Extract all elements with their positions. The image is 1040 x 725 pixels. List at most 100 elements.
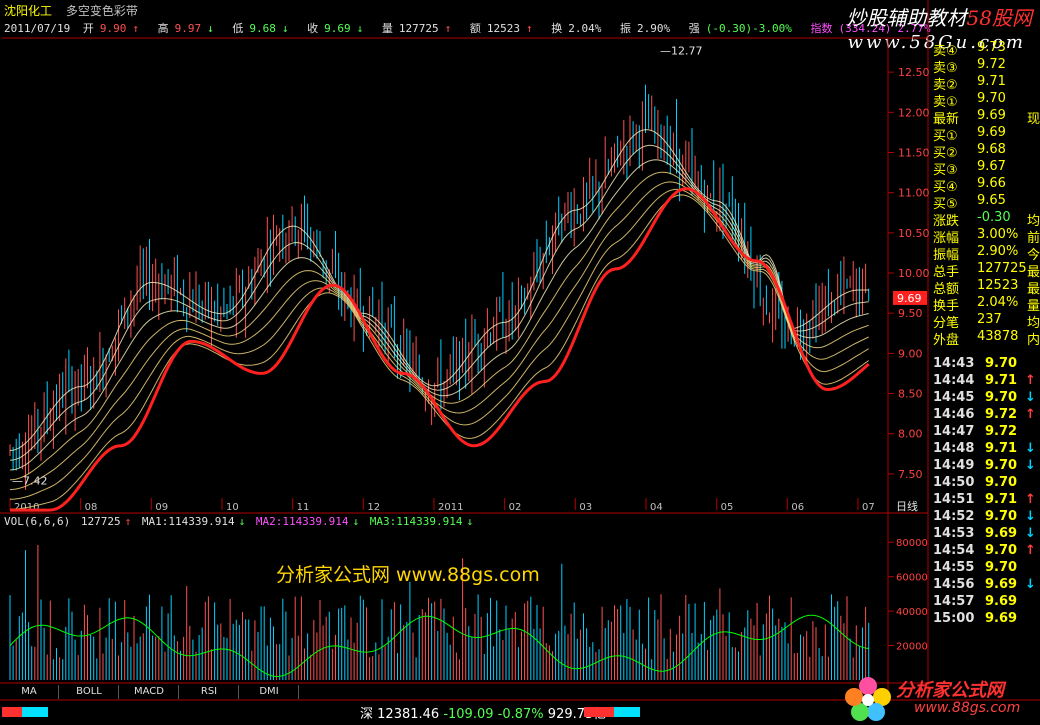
max-price-label: —12.77 [660, 44, 703, 57]
logo-name: 分析家公式网 [896, 680, 1004, 701]
vol-label: VOL(6,6,6) [4, 515, 71, 528]
down-arrow-icon: ↓ [1025, 390, 1036, 405]
quote-row: 卖① 9.70 [929, 91, 1040, 110]
quote-row: 最新 9.69 现 [929, 108, 1040, 127]
quote-value: 9.73 [977, 40, 1006, 55]
down-arrow-icon: ↓ [1025, 441, 1036, 456]
tick-row: 14:47 9.72 [929, 424, 1040, 441]
price-tick-label: 11.00 [898, 187, 930, 200]
tab-rsi[interactable]: RSI [180, 685, 239, 699]
price-tick-label: 9.00 [898, 347, 923, 360]
price-tick-label: 12.50 [898, 66, 930, 79]
vol-tick-label: 60000 [896, 573, 928, 584]
quote-panel: 卖④ 9.73 卖③ 9.72 卖② 9.71 卖① 9.70 最新 9.69 现买① 9.69 买② 9… [929, 40, 1040, 680]
kline-chart[interactable]: 7.50 8.00 8.50 9.00 9.50 10.00 10.50 11.00 11.50… [0, 0, 1040, 725]
price-tick-label: 12.00 [898, 106, 930, 119]
tick-time: 14:45 [933, 390, 975, 405]
flower-logo-icon [845, 677, 891, 721]
tick-row: 14:48 9.71 ↓ [929, 441, 1040, 458]
quote-value: 9.69 [977, 108, 1006, 123]
up-arrow-icon: ↑ [1025, 543, 1036, 558]
tick-time: 14:56 [933, 577, 975, 592]
tab-boll[interactable]: BOLL [60, 685, 119, 699]
tick-price: 9.69 [985, 577, 1018, 592]
tick-price: 9.70 [985, 560, 1018, 575]
quote-value: 9.71 [977, 74, 1006, 89]
down-arrow-icon: ↓ [1025, 509, 1036, 524]
price-tick-label: 10.00 [898, 267, 930, 280]
quote-row: 外盘 43878 内 [929, 329, 1040, 348]
date-tick-label: 11 [297, 502, 310, 513]
tab-macd[interactable]: MACD [120, 685, 179, 699]
vol-ma1: MA1:114339.914 [141, 515, 235, 528]
quote-row: 总额 12523 最 [929, 278, 1040, 297]
quote-row: 分笔 237 均 [929, 312, 1040, 331]
vol-tick-label: 40000 [896, 607, 928, 618]
date-tick-label: 02 [509, 502, 522, 513]
price-tick-label: 7.50 [898, 468, 923, 481]
tick-time: 14:43 [933, 356, 975, 371]
tick-price: 9.71 [985, 492, 1018, 507]
date-tick-label: 09 [155, 502, 168, 513]
quote-value: 9.65 [977, 193, 1006, 208]
volume-header: VOL(6,6,6) 127725 ↑ MA1:114339.914 ↓ MA2:1… [4, 515, 477, 528]
quote-row: 买⑤ 9.65 [929, 193, 1040, 212]
tick-price: 9.72 [985, 424, 1018, 439]
quote-row: 振幅 2.90% 今 [929, 244, 1040, 263]
quote-label: 外盘 [933, 333, 960, 348]
tick-time: 14:53 [933, 526, 975, 541]
price-tick-label: 8.50 [898, 388, 923, 401]
ribbon-line [9, 181, 869, 491]
ribbon-line [9, 159, 869, 471]
watermark-text: 分析家公式网 www.88gs.com [276, 564, 540, 586]
tick-row: 14:44 9.71 ↑ [929, 373, 1040, 390]
status-left-indicator [2, 707, 48, 717]
tick-time: 14:50 [933, 475, 975, 490]
quote-row: 换手 2.04% 量 [929, 295, 1040, 314]
tick-time: 14:57 [933, 594, 975, 609]
down-arrow-icon: ↓ [1025, 458, 1036, 473]
quote-value: 3.00% [977, 227, 1019, 242]
tick-row: 14:57 9.69 [929, 594, 1040, 611]
quote-extra: 内 [1027, 333, 1040, 348]
min-price-label: —7.42 [12, 474, 48, 487]
price-tick-label: 11.50 [898, 146, 930, 159]
tick-price: 9.70 [985, 458, 1018, 473]
price-tick-label: 9.50 [898, 307, 923, 320]
tick-row: 14:55 9.70 [929, 560, 1040, 577]
tick-time: 14:48 [933, 441, 975, 456]
tab-ma[interactable]: MA [0, 685, 59, 699]
tick-row: 15:00 9.69 [929, 611, 1040, 628]
quote-value: 9.69 [977, 125, 1006, 140]
vol-value: 127725 [80, 515, 121, 528]
vol-ma2: MA2:114339.914 [255, 515, 349, 528]
tick-price: 9.70 [985, 543, 1018, 558]
up-arrow-icon: ↑ [1025, 373, 1036, 388]
ribbon-line [9, 129, 869, 451]
tick-price: 9.72 [985, 407, 1018, 422]
vol-ma3: MA3:114339.914 [369, 515, 463, 528]
quote-value: 2.90% [977, 244, 1019, 259]
down-arrow-icon: ↓ [238, 515, 246, 528]
tick-row: 14:50 9.70 [929, 475, 1040, 492]
down-arrow-icon: ↓ [466, 515, 474, 528]
tick-price: 9.70 [985, 475, 1018, 490]
date-tick-label: 08 [85, 502, 98, 513]
date-tick-label: 2011 [438, 502, 463, 513]
date-axis: 2010 08 09 10 11 12 2011 02 03 04 05 06 07 日线 [9, 498, 918, 513]
quote-row: 买① 9.69 [929, 125, 1040, 144]
tab-dmi[interactable]: DMI [240, 685, 299, 699]
date-tick-label: 07 [862, 502, 875, 513]
quote-value: 9.67 [977, 159, 1006, 174]
tick-row: 14:45 9.70 ↓ [929, 390, 1040, 407]
tick-row: 14:53 9.69 ↓ [929, 526, 1040, 543]
tick-price: 9.71 [985, 441, 1018, 456]
tick-price: 9.69 [985, 611, 1018, 626]
tick-time: 14:52 [933, 509, 975, 524]
status-index: 12381.46 [377, 707, 440, 722]
tick-price: 9.69 [985, 526, 1018, 541]
date-tick-label: 06 [791, 502, 804, 513]
date-tick-label: 10 [226, 502, 239, 513]
logo-url: www.88gs.com [914, 700, 1021, 716]
tick-price: 9.69 [985, 594, 1018, 609]
